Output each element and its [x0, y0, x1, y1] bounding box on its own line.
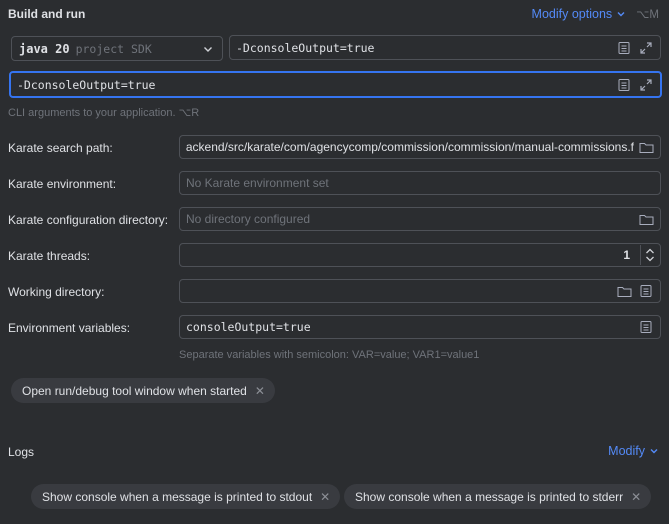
karate-search-path-value: backend/src/karate/com/agencycomp/commis… [186, 140, 634, 154]
chip-show-console-stdout-label: Show console when a message is printed t… [42, 489, 313, 504]
karate-config-dir-placeholder: No directory configured [186, 212, 311, 226]
close-icon[interactable]: ✕ [255, 384, 265, 398]
chip-open-tool-window[interactable]: Open run/debug tool window when started … [11, 378, 275, 403]
close-icon[interactable]: ✕ [320, 490, 330, 504]
section-title-logs: Logs [8, 445, 35, 459]
karate-environment-placeholder: No Karate environment set [186, 176, 329, 190]
karate-environment-label: Karate environment: [8, 177, 117, 191]
chevron-down-icon [617, 12, 625, 17]
logs-modify-link[interactable]: Modify [608, 444, 659, 458]
chevron-down-icon [650, 449, 658, 454]
karate-threads-label: Karate threads: [8, 249, 91, 263]
karate-threads-value: 1 [623, 248, 630, 262]
expand-icon[interactable] [638, 77, 654, 93]
list-icon[interactable] [638, 319, 654, 335]
folder-icon[interactable] [638, 139, 654, 155]
environment-variables-label: Environment variables: [8, 321, 131, 335]
karate-config-dir-field[interactable]: No directory configured [179, 207, 661, 231]
cli-args-field[interactable]: -DconsoleOutput=true [9, 71, 662, 98]
karate-config-dir-label: Karate configuration directory: [8, 213, 169, 227]
environment-variables-hint: Separate variables with semicolon: VAR=v… [179, 349, 480, 361]
karate-search-path-label: Karate search path: [8, 141, 113, 155]
chip-show-console-stdout[interactable]: Show console when a message is printed t… [31, 484, 341, 509]
working-directory-label: Working directory: [8, 285, 105, 299]
modify-options-group: Modify options ⌥M [532, 7, 659, 21]
karate-environment-field[interactable]: No Karate environment set [179, 171, 661, 195]
cli-args-value: -DconsoleOutput=true [17, 77, 156, 92]
section-title-build-run: Build and run [8, 7, 86, 21]
logs-modify-label: Modify [608, 444, 645, 458]
chevron-down-icon [204, 46, 212, 52]
close-icon[interactable]: ✕ [631, 490, 641, 504]
modify-options-shortcut: ⌥M [636, 9, 659, 21]
modify-options-link[interactable]: Modify options [532, 7, 627, 21]
expand-icon[interactable] [638, 40, 654, 56]
cli-args-hint: CLI arguments to your application. ⌥R [8, 107, 200, 119]
folder-icon[interactable] [638, 211, 654, 227]
karate-search-path-field[interactable]: backend/src/karate/com/agencycomp/commis… [179, 135, 661, 159]
chevron-up-icon[interactable] [645, 248, 655, 254]
chip-show-console-stderr[interactable]: Show console when a message is printed t… [344, 484, 652, 509]
chip-show-console-stderr-label: Show console when a message is printed t… [355, 489, 624, 504]
vm-options-field[interactable]: -DconsoleOutput=true [229, 35, 661, 60]
chip-open-tool-window-label: Open run/debug tool window when started [22, 383, 247, 398]
modify-options-label: Modify options [531, 7, 613, 21]
threads-stepper[interactable] [640, 245, 658, 265]
sdk-suffix: project SDK [75, 41, 152, 56]
sdk-select[interactable]: java 20 project SDK [11, 36, 223, 61]
list-icon[interactable] [616, 77, 632, 93]
list-icon[interactable] [638, 283, 654, 299]
chevron-down-icon[interactable] [645, 256, 655, 262]
karate-threads-spinner[interactable]: 1 [179, 243, 661, 267]
environment-variables-value: consoleOutput=true [186, 320, 311, 334]
working-directory-field[interactable] [179, 279, 661, 303]
sdk-version: java 20 [19, 41, 70, 56]
list-icon[interactable] [616, 40, 632, 56]
vm-options-value: -DconsoleOutput=true [236, 40, 375, 55]
environment-variables-field[interactable]: consoleOutput=true [179, 315, 661, 339]
folder-icon[interactable] [616, 283, 632, 299]
